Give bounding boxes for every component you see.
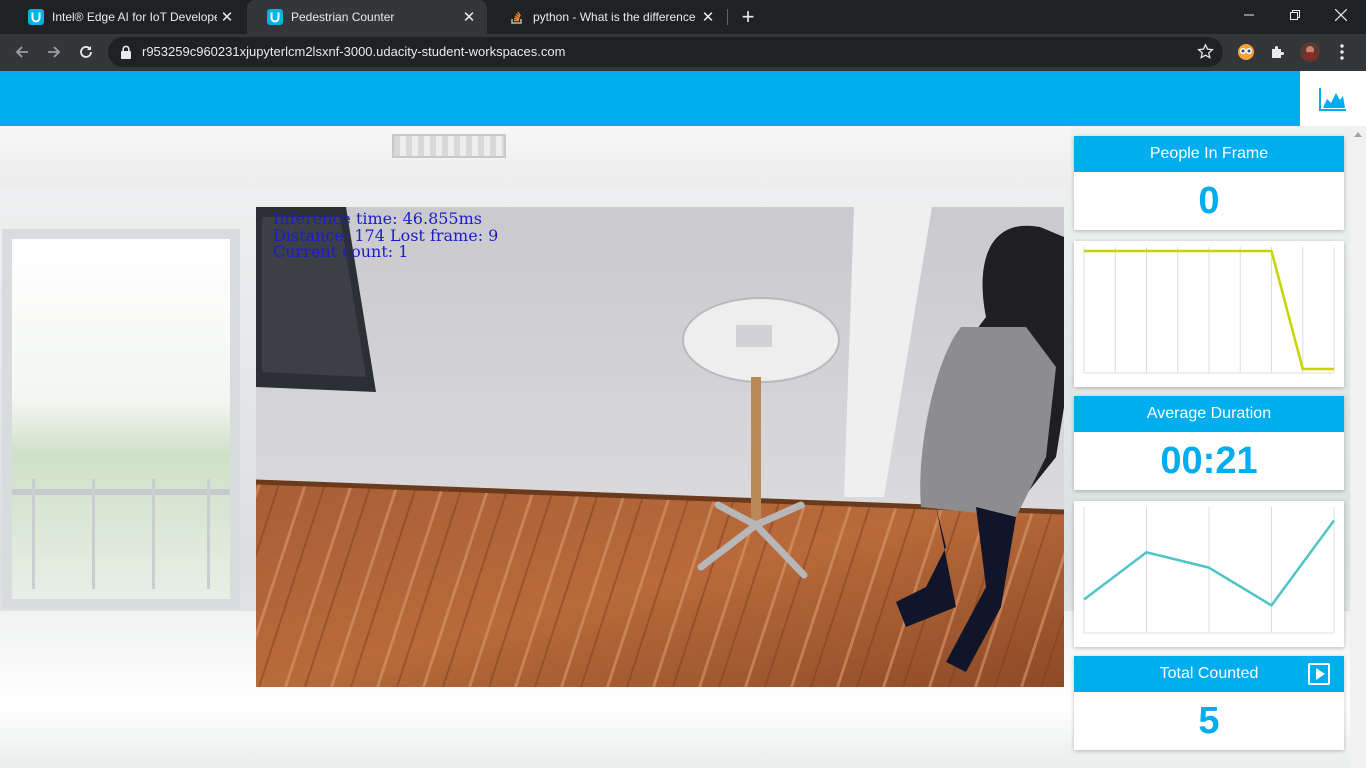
forward-button[interactable] (40, 38, 68, 66)
lock-icon (121, 45, 131, 59)
browser-toolbar: r953259c960231xjupyterlcm2lsxnf-3000.uda… (0, 34, 1366, 71)
average-duration-card: Average Duration 00:21 (1074, 396, 1344, 490)
app-header (0, 71, 1300, 126)
arrow-left-icon (15, 46, 28, 58)
inference-overlay: Inference time: 46.855ms Distance: 174 L… (273, 210, 498, 261)
average-duration-chart (1083, 507, 1336, 634)
tab-strip: Intel® Edge AI for IoT Developers ✕ Pede… (0, 0, 1366, 34)
people-in-frame-chart (1083, 247, 1335, 374)
url-text: r953259c960231xjupyterlcm2lsxnf-3000.uda… (142, 44, 566, 59)
people-in-frame-value: 0 (1198, 179, 1220, 222)
page-viewport: Inference time: 46.855ms Distance: 174 L… (0, 71, 1366, 768)
stackoverflow-icon (511, 11, 522, 24)
people-in-frame-card: People In Frame 0 (1074, 136, 1344, 230)
reload-icon (80, 46, 92, 58)
duration-chart-card (1074, 501, 1344, 647)
close-icon (1335, 9, 1347, 21)
total-counted-label: Total Counted (1159, 665, 1259, 682)
tab-intel-edge-ai[interactable]: Intel® Edge AI for IoT Developers ✕ (8, 0, 245, 34)
udacity-icon (267, 9, 283, 25)
current-count-text: Current count: 1 (273, 242, 409, 261)
people-in-frame-label: People In Frame (1074, 136, 1344, 172)
back-button[interactable] (8, 38, 36, 66)
reload-button[interactable] (72, 38, 100, 66)
window-rail (152, 479, 155, 589)
minimize-icon (1244, 14, 1254, 16)
people-chart-card (1074, 241, 1344, 387)
tab-title: Pedestrian Counter (291, 10, 395, 24)
tab-title: Intel® Edge AI for IoT Developers (52, 10, 217, 24)
window-rail (207, 479, 210, 589)
minimize-button[interactable] (1226, 0, 1272, 30)
average-duration-value: 00:21 (1160, 439, 1258, 482)
browser-menu-icon[interactable] (1332, 42, 1352, 62)
udacity-icon (28, 9, 44, 25)
page-scrollbar[interactable] (1350, 126, 1366, 768)
area-chart-icon (1319, 87, 1346, 111)
total-counted-header: Total Counted (1074, 656, 1344, 692)
close-tab-icon[interactable]: ✕ (217, 7, 237, 27)
tab-divider (727, 9, 728, 25)
extensions-puzzle-icon[interactable] (1268, 42, 1288, 62)
arrow-right-icon (48, 46, 61, 58)
close-window-button[interactable] (1318, 0, 1364, 30)
window-rail (92, 479, 95, 589)
close-tab-icon[interactable]: ✕ (459, 7, 479, 27)
tab-stackoverflow[interactable]: python - What is the difference b ✕ (489, 0, 726, 34)
window-mullion (12, 489, 230, 495)
background-window (2, 229, 240, 609)
total-counted-value: 5 (1198, 699, 1220, 742)
scroll-up-arrow-icon[interactable] (1354, 132, 1362, 137)
address-bar[interactable]: r953259c960231xjupyterlcm2lsxnf-3000.uda… (108, 37, 1223, 67)
average-duration-label: Average Duration (1074, 396, 1344, 432)
video-feed: Inference time: 46.855ms Distance: 174 L… (256, 207, 1064, 687)
restore-button[interactable] (1272, 0, 1318, 30)
bookmark-star-icon[interactable] (1197, 43, 1214, 60)
restore-icon (1290, 10, 1300, 20)
background-ceiling (0, 126, 1070, 186)
window-rail (32, 479, 35, 589)
tab-pedestrian-counter[interactable]: Pedestrian Counter ✕ (247, 0, 487, 34)
play-icon[interactable] (1308, 663, 1330, 685)
extension-owl-icon[interactable] (1236, 42, 1256, 62)
tab-title: python - What is the difference b (533, 10, 698, 24)
close-tab-icon[interactable]: ✕ (698, 7, 718, 27)
total-counted-card: Total Counted 5 (1074, 656, 1344, 750)
profile-avatar[interactable] (1300, 42, 1320, 62)
video-frame-image (256, 207, 1064, 687)
new-tab-button[interactable]: + (736, 4, 760, 29)
toggle-charts-button[interactable] (1300, 71, 1366, 126)
background-ceiling-vent (392, 134, 506, 158)
